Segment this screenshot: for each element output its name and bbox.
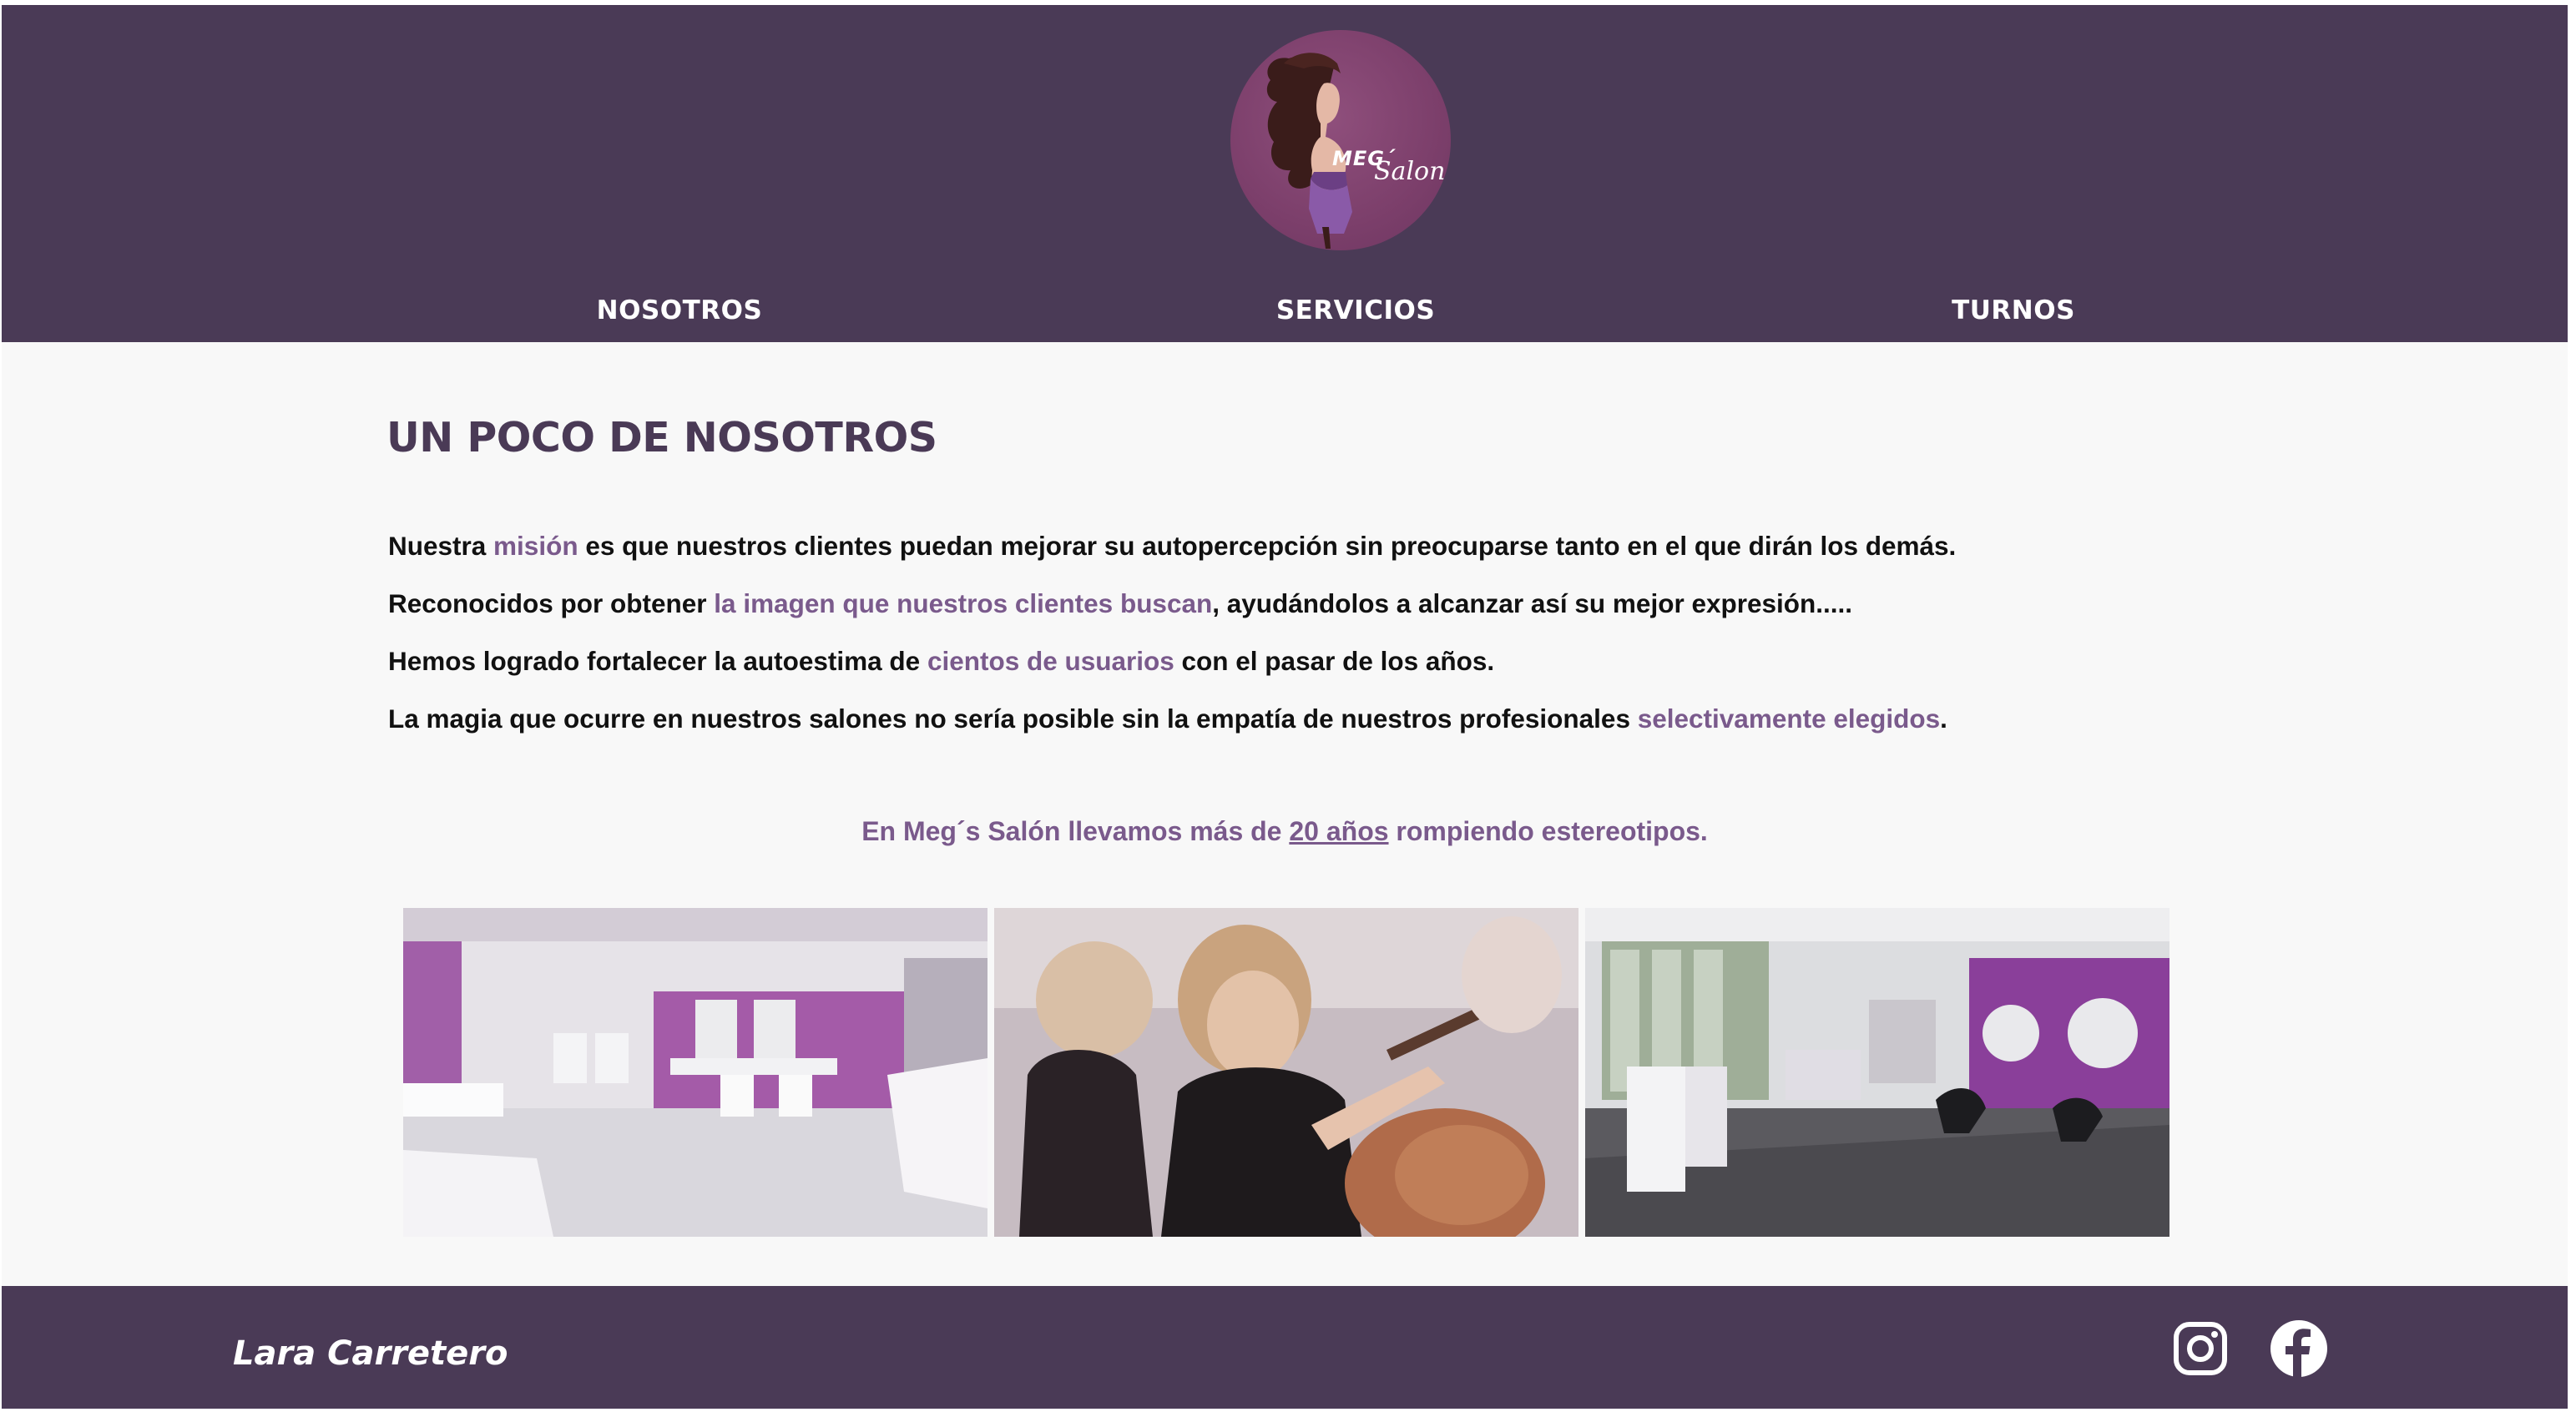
paragraph-highlight: misión	[493, 531, 578, 561]
gallery-photo-workstations[interactable]	[1585, 908, 2169, 1237]
nav-servicios[interactable]: SERVICIOS	[1276, 295, 1435, 325]
paragraph-team: La magia que ocurre en nuestros salones …	[388, 703, 1947, 734]
paragraph-highlight: la imagen que nuestros clientes buscan	[714, 588, 1213, 618]
paragraph-text: Hemos logrado fortalecer la autoestima d…	[388, 646, 927, 676]
paragraph-text: Reconocidos por obtener	[388, 588, 715, 618]
paragraph-highlight: selectivamente elegidos	[1637, 703, 1941, 734]
logo-script-text: Salon	[1374, 157, 1446, 186]
tagline-text: En Meg´s Salón llevamos más de	[861, 816, 1290, 846]
paragraph-text: .	[1940, 703, 1947, 734]
page: MEG´ Salon NOSOTROS SERVICIOS TURNOS UN …	[2, 5, 2568, 1409]
instagram-icon	[2174, 1322, 2227, 1375]
tagline: En Meg´s Salón llevamos más de 20 años r…	[2, 816, 2568, 847]
paragraph-text: es que nuestros clientes puedan mejorar …	[578, 531, 1957, 561]
nav-nosotros[interactable]: NOSOTROS	[597, 295, 763, 325]
facebook-icon	[2270, 1320, 2327, 1378]
facebook-link[interactable]	[2270, 1319, 2328, 1378]
logo[interactable]: MEG´ Salon	[1230, 30, 1451, 250]
author-name: Lara Carretero	[233, 1334, 508, 1373]
salon-workstations-photo-icon	[1585, 908, 2169, 1237]
tagline-emphasis: 20 años	[1289, 816, 1389, 846]
paragraph-achievement: Hemos logrado fortalecer la autoestima d…	[388, 646, 1494, 677]
paragraph-text: Nuestra	[388, 531, 494, 561]
meg-salon-logo-icon	[1266, 53, 1352, 249]
paragraph-text: , ayudándolos a alcanzar así su mejor ex…	[1212, 588, 1853, 618]
site-header: MEG´ Salon NOSOTROS SERVICIOS TURNOS	[2, 5, 2568, 342]
salon-interior-photo-icon	[403, 908, 987, 1237]
paragraph-highlight: cientos de usuarios	[927, 646, 1174, 676]
gallery-photo-salon-interior[interactable]	[403, 908, 987, 1237]
paragraph-recognition: Reconocidos por obtener la imagen que nu…	[388, 588, 1852, 619]
tagline-text: rompiendo estereotipos.	[1388, 816, 1708, 846]
paragraph-text: La magia que ocurre en nuestros salones …	[388, 703, 1638, 734]
instagram-link[interactable]	[2171, 1319, 2230, 1378]
gallery-photo-stylist[interactable]	[994, 908, 1578, 1237]
paragraph-mission: Nuestra misión es que nuestros clientes …	[388, 531, 1956, 562]
nav-turnos[interactable]: TURNOS	[1952, 295, 2075, 325]
paragraph-text: con el pasar de los años.	[1174, 646, 1495, 676]
page-title: UN POCO DE NOSOTROS	[386, 414, 937, 461]
stylist-curling-hair-photo-icon	[994, 908, 1578, 1237]
site-footer: Lara Carretero	[2, 1286, 2568, 1409]
